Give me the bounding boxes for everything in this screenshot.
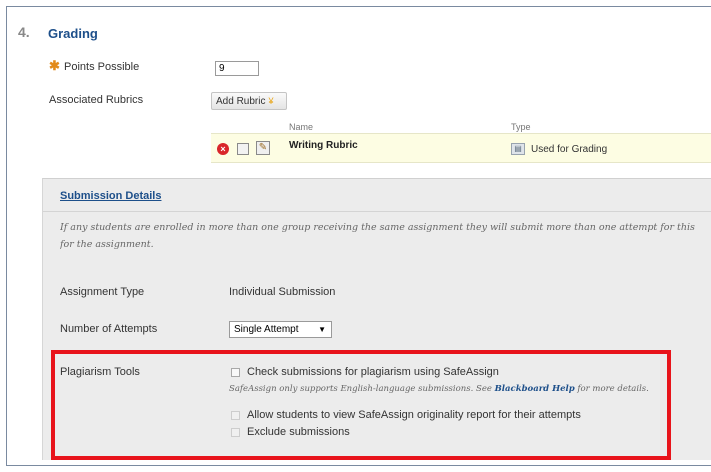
table-row (211, 133, 711, 163)
section-title: Grading (48, 26, 98, 41)
edit-icon[interactable]: ✎ (256, 141, 270, 155)
rubric-name: Writing Rubric (289, 140, 358, 151)
assignment-type-label: Assignment Type (60, 286, 145, 298)
delete-icon[interactable]: × (217, 143, 229, 155)
associated-rubrics-label: Associated Rubrics (49, 94, 144, 106)
points-possible-input[interactable] (215, 61, 259, 76)
rubric-type: Used for Grading (531, 144, 608, 155)
add-rubric-button[interactable]: Add Rubric ¥ (211, 92, 287, 110)
rubric-name-column-header: Name (289, 122, 314, 132)
group-submission-note: If any students are enrolled in more tha… (60, 219, 711, 253)
number-of-attempts-label: Number of Attempts (60, 323, 158, 335)
dropdown-arrow-icon: ▼ (318, 325, 326, 334)
note-line: If any students are enrolled in more tha… (60, 222, 695, 233)
assignment-type-value: Individual Submission (229, 286, 336, 298)
attempts-select[interactable]: Single Attempt ▼ (229, 321, 332, 338)
divider (43, 211, 711, 212)
section-number: 4. (18, 24, 30, 40)
submission-details-link[interactable]: Submission Details (60, 190, 161, 202)
rubric-type-column-header: Type (511, 122, 531, 132)
plagiarism-highlight-box (51, 350, 671, 460)
add-rubric-label: Add Rubric (216, 96, 266, 107)
grading-type-icon[interactable]: ▤ (511, 143, 525, 155)
chevron-down-icon: ¥ (268, 96, 274, 106)
view-icon[interactable] (237, 143, 249, 155)
points-possible-label: Points Possible (64, 61, 140, 73)
attempts-selected-value: Single Attempt (234, 324, 299, 335)
note-line: for the assignment. (60, 239, 154, 250)
required-asterisk-icon: ✱ (49, 58, 60, 73)
